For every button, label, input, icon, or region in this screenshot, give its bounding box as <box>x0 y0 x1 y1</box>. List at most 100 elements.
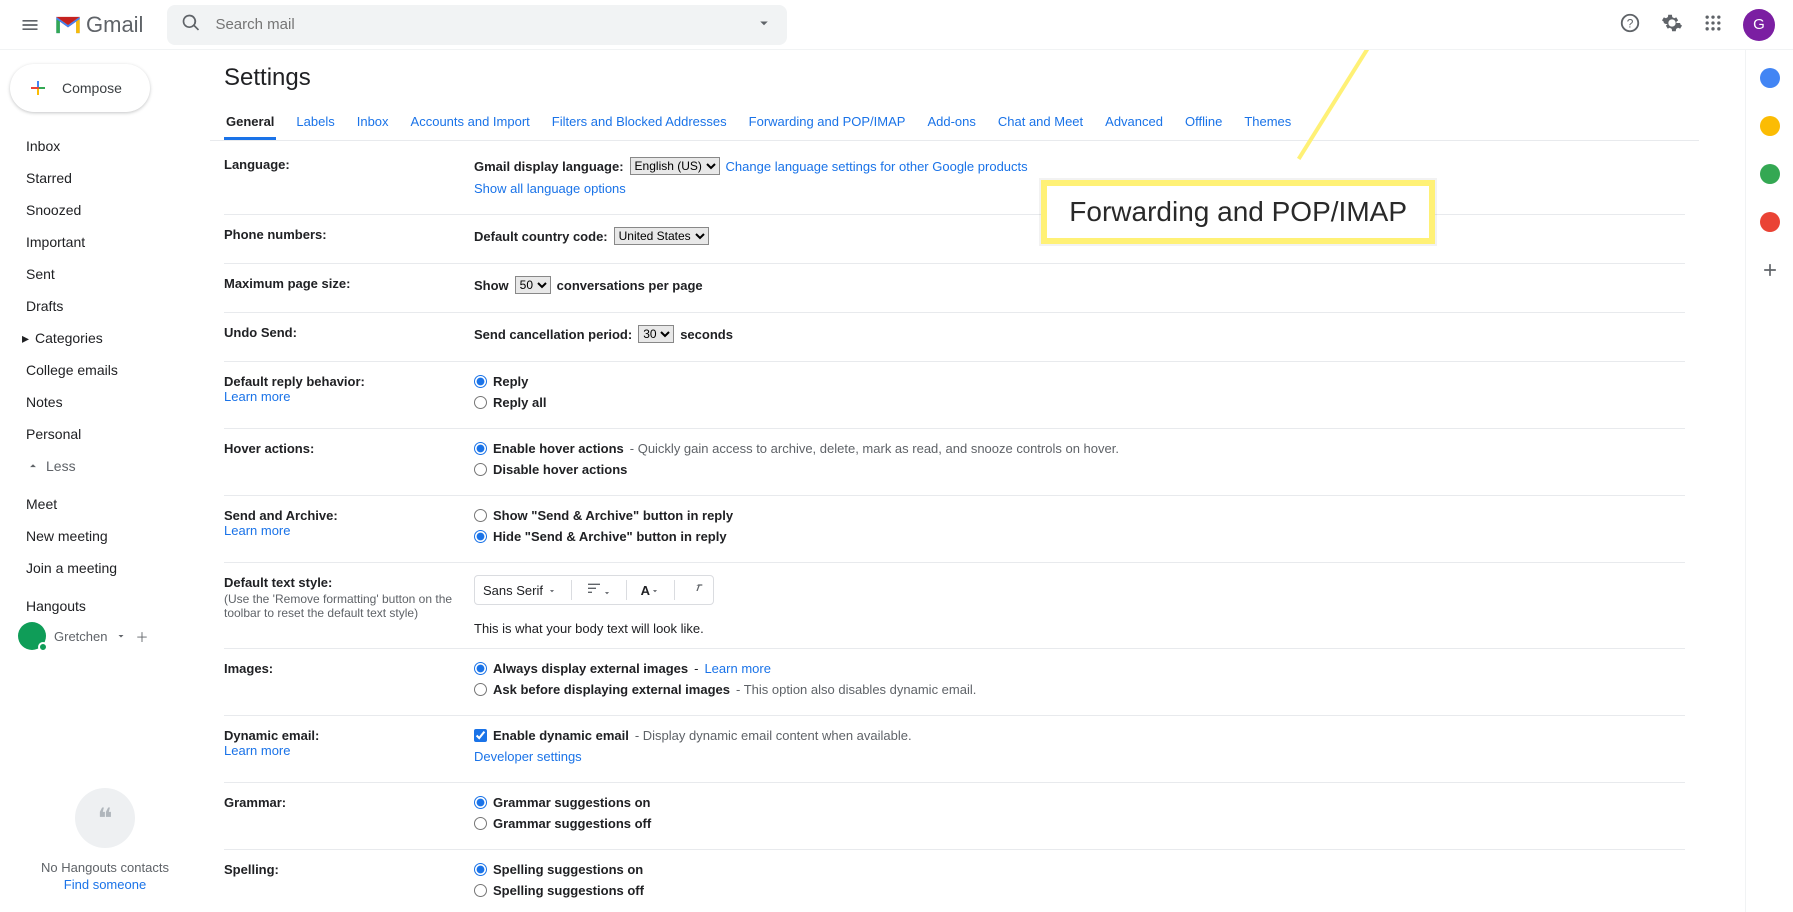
tab-forwarding-pop-imap[interactable]: Forwarding and POP/IMAP <box>747 106 908 140</box>
learn-more-link[interactable]: Learn more <box>224 389 290 404</box>
gmail-logo[interactable]: Gmail <box>54 12 143 38</box>
disable-hover-radio-row[interactable]: Disable hover actions <box>474 462 1685 477</box>
text-color-dropdown[interactable]: A <box>641 583 660 598</box>
sidebar-item-join-meeting[interactable]: Join a meeting <box>0 552 210 584</box>
tab-filters[interactable]: Filters and Blocked Addresses <box>550 106 729 140</box>
search-bar[interactable] <box>167 5 787 45</box>
disable-hover-radio[interactable] <box>474 463 487 476</box>
hangouts-user-name: Gretchen <box>54 629 107 644</box>
search-icon[interactable] <box>181 13 201 36</box>
tasks-icon[interactable] <box>1760 164 1780 184</box>
compose-button[interactable]: Compose <box>10 64 150 112</box>
reply-all-radio-row[interactable]: Reply all <box>474 395 1685 410</box>
row-label: Maximum page size: <box>224 276 474 300</box>
show-send-archive-radio[interactable] <box>474 509 487 522</box>
callout-highlight: Forwarding and POP/IMAP <box>1041 180 1435 244</box>
learn-more-link[interactable]: Learn more <box>224 523 290 538</box>
ask-before-radio[interactable] <box>474 683 487 696</box>
sidebar-item-personal[interactable]: Personal <box>0 418 210 450</box>
sidebar-item-inbox[interactable]: Inbox <box>0 130 210 162</box>
font-dropdown[interactable]: Sans Serif <box>483 583 557 598</box>
change-language-link[interactable]: Change language settings for other Googl… <box>726 159 1028 174</box>
top-right-controls: ? G <box>1619 9 1775 41</box>
tab-themes[interactable]: Themes <box>1242 106 1293 140</box>
contacts-icon[interactable] <box>1760 212 1780 232</box>
add-contact-icon[interactable]: ＋ <box>135 627 148 646</box>
reply-all-radio[interactable] <box>474 396 487 409</box>
settings-gear-icon[interactable] <box>1661 12 1683 37</box>
tab-general[interactable]: General <box>224 106 276 140</box>
spelling-on-radio[interactable] <box>474 863 487 876</box>
spelling-off-radio-row[interactable]: Spelling suggestions off <box>474 883 1685 898</box>
sidebar-less[interactable]: Less <box>0 450 210 482</box>
spelling-on-radio-row[interactable]: Spelling suggestions on <box>474 862 1685 877</box>
row-label: Dynamic email: <box>224 728 319 743</box>
tab-add-ons[interactable]: Add-ons <box>925 106 977 140</box>
grammar-off-radio-row[interactable]: Grammar suggestions off <box>474 816 1685 831</box>
spelling-off-radio[interactable] <box>474 884 487 897</box>
sidebar-item-drafts[interactable]: Drafts <box>0 290 210 322</box>
reply-radio[interactable] <box>474 375 487 388</box>
account-avatar[interactable]: G <box>1743 9 1775 41</box>
text-style-toolbar: Sans Serif A <box>474 575 714 605</box>
show-send-archive-radio-row[interactable]: Show "Send & Archive" button in reply <box>474 508 1685 523</box>
keep-icon[interactable] <box>1760 116 1780 136</box>
ask-before-radio-row[interactable]: Ask before displaying external images - … <box>474 682 1685 697</box>
grammar-off-radio[interactable] <box>474 817 487 830</box>
main-menu-icon[interactable] <box>10 5 50 45</box>
enable-dynamic-email-checkbox[interactable] <box>474 729 487 742</box>
learn-more-link[interactable]: Learn more <box>704 661 770 676</box>
always-display-radio[interactable] <box>474 662 487 675</box>
hide-send-archive-radio[interactable] <box>474 530 487 543</box>
always-display-radio-row[interactable]: Always display external images - Learn m… <box>474 661 1685 676</box>
google-apps-icon[interactable] <box>1703 13 1723 36</box>
search-input[interactable] <box>215 16 741 33</box>
grammar-on-radio-row[interactable]: Grammar suggestions on <box>474 795 1685 810</box>
row-label: Default text style: <box>224 575 332 590</box>
gmail-display-language-label: Gmail display language: <box>474 159 624 174</box>
tab-offline[interactable]: Offline <box>1183 106 1224 140</box>
hide-send-archive-radio-row[interactable]: Hide "Send & Archive" button in reply <box>474 529 1685 544</box>
sidebar-item-notes[interactable]: Notes <box>0 386 210 418</box>
find-someone-link[interactable]: Find someone <box>64 877 146 892</box>
row-hover-actions: Hover actions: Enable hover actions - Qu… <box>224 429 1685 496</box>
tab-accounts-import[interactable]: Accounts and Import <box>409 106 532 140</box>
add-panel-icon[interactable] <box>1760 260 1780 280</box>
no-hangouts-text: No Hangouts contacts <box>41 860 169 875</box>
show-all-language-link[interactable]: Show all language options <box>474 181 626 196</box>
page-size-select[interactable]: 50 <box>515 276 551 294</box>
enable-hover-radio[interactable] <box>474 442 487 455</box>
language-select[interactable]: English (US) <box>630 157 720 175</box>
hangouts-user-row[interactable]: Gretchen ＋ <box>0 622 157 650</box>
text-size-dropdown[interactable] <box>586 581 612 600</box>
reply-radio-row[interactable]: Reply <box>474 374 1685 389</box>
country-code-select[interactable]: United States <box>614 227 709 245</box>
enable-hover-radio-row[interactable]: Enable hover actions - Quickly gain acce… <box>474 441 1685 456</box>
top-bar: Gmail ? G <box>0 0 1793 50</box>
default-country-code-label: Default country code: <box>474 229 608 244</box>
tab-advanced[interactable]: Advanced <box>1103 106 1165 140</box>
learn-more-link[interactable]: Learn more <box>224 743 290 758</box>
sidebar-item-new-meeting[interactable]: New meeting <box>0 520 210 552</box>
sidebar-item-important[interactable]: Important <box>0 226 210 258</box>
developer-settings-link[interactable]: Developer settings <box>474 749 582 764</box>
toolbar-separator <box>626 580 627 600</box>
tab-chat-meet[interactable]: Chat and Meet <box>996 106 1085 140</box>
search-options-icon[interactable] <box>755 14 773 35</box>
sidebar-item-snoozed[interactable]: Snoozed <box>0 194 210 226</box>
support-icon[interactable]: ? <box>1619 12 1641 37</box>
sidebar-item-college-emails[interactable]: College emails <box>0 354 210 386</box>
grammar-on-radio[interactable] <box>474 796 487 809</box>
row-spelling: Spelling: Spelling suggestions on Spelli… <box>224 850 1685 912</box>
enable-dynamic-email-row[interactable]: Enable dynamic email - Display dynamic e… <box>474 728 1685 743</box>
sidebar-item-categories[interactable]: ▸Categories <box>0 322 210 354</box>
undo-seconds-select[interactable]: 30 <box>638 325 674 343</box>
remove-formatting-icon[interactable] <box>689 581 705 600</box>
tab-labels[interactable]: Labels <box>294 106 336 140</box>
sidebar-item-starred[interactable]: Starred <box>0 162 210 194</box>
sidebar-item-sent[interactable]: Sent <box>0 258 210 290</box>
calendar-icon[interactable] <box>1760 68 1780 88</box>
tab-inbox[interactable]: Inbox <box>355 106 391 140</box>
row-send-archive: Send and Archive: Learn more Show "Send … <box>224 496 1685 563</box>
svg-text:?: ? <box>1627 17 1634 31</box>
